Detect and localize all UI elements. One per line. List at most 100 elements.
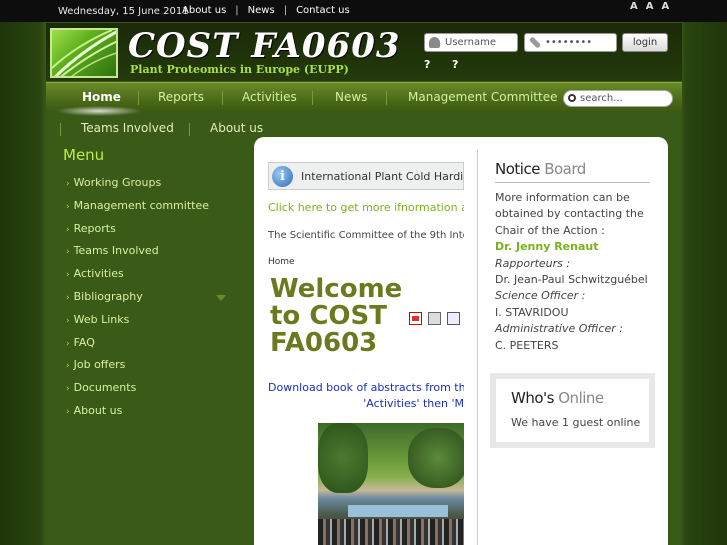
menu-item-label: Management committee xyxy=(73,198,209,212)
download-line-2: 'Activities' then 'M xyxy=(363,397,464,410)
page-title: Welcome to COST FA0603 xyxy=(270,274,403,358)
menu-item-documents[interactable]: › Documents xyxy=(66,381,236,404)
menu-item-bibliography[interactable]: › Bibliography xyxy=(66,290,236,313)
breadcrumb[interactable]: Home xyxy=(268,257,295,267)
menu-item-label: Web Links xyxy=(73,312,130,326)
photo-tree xyxy=(318,423,368,493)
font-size-medium-button[interactable]: A xyxy=(646,2,654,12)
arrow-right-icon: › xyxy=(66,361,70,372)
menu-title: Menu xyxy=(63,146,105,164)
chevron-down-icon[interactable] xyxy=(216,294,226,301)
arrow-right-icon: › xyxy=(66,179,70,189)
nav-divider xyxy=(312,91,313,105)
rapporteurs-name: Dr. Jean-Paul Schwitzguébel xyxy=(495,273,648,287)
menu-item-job-offers[interactable]: › Job offers xyxy=(66,358,236,381)
nav-item-home[interactable]: Home xyxy=(82,90,121,104)
arrow-right-icon: › xyxy=(66,292,70,303)
subnav-divider xyxy=(189,123,190,136)
top-link-separator: | xyxy=(235,5,239,16)
menu-item-label: Activities xyxy=(73,267,124,281)
menu-item-about-us[interactable]: › About us xyxy=(66,404,236,427)
email-icon[interactable] xyxy=(447,312,460,325)
whos-online-title: Who's Online xyxy=(511,389,604,407)
menu-item-reports[interactable]: › Reports xyxy=(66,222,236,245)
nav-divider xyxy=(138,91,139,105)
nav-item-news[interactable]: News xyxy=(335,90,367,104)
arrow-right-icon: › xyxy=(66,315,70,326)
pdf-icon[interactable] xyxy=(409,312,422,325)
menu-item-web-links[interactable]: › Web Links xyxy=(66,313,236,336)
search-placeholder: search... xyxy=(580,93,623,104)
logo-subtitle: Plant Proteomics in Europe (EUPP) xyxy=(130,63,349,76)
user-icon xyxy=(429,37,440,48)
arrow-right-icon: › xyxy=(66,270,70,281)
info-icon: i xyxy=(272,166,293,187)
search-input[interactable]: search... xyxy=(563,90,673,107)
chair-name[interactable]: Dr. Jenny Renaut xyxy=(495,239,655,255)
whos-online-inner: Who's Online We have 1 guest online xyxy=(496,379,649,442)
username-placeholder: Username xyxy=(445,37,496,48)
science-officer-label: Science Officer : xyxy=(495,289,586,303)
notice-title-bold: Notice xyxy=(495,160,540,178)
subnav-item-teams-involved[interactable]: Teams Involved xyxy=(81,121,174,135)
login-button[interactable]: login xyxy=(622,33,668,52)
menu-item-label: Documents xyxy=(73,381,137,395)
menu-item-teams-involved[interactable]: › Teams Involved xyxy=(66,244,236,267)
admin-officer-label: Administrative Officer : xyxy=(495,322,623,336)
username-input[interactable]: Username xyxy=(424,33,518,52)
menu-item-label: Bibliography xyxy=(73,289,143,303)
menu-item-label: Job offers xyxy=(73,358,126,372)
nav-item-activities[interactable]: Activities xyxy=(242,90,297,104)
admin-officer-name: C. PEETERS xyxy=(495,338,559,352)
notice-body: More information can be obtained by cont… xyxy=(495,190,655,354)
menu-item-activities[interactable]: › Activities xyxy=(66,267,236,290)
top-link-about-us[interactable]: About us xyxy=(182,5,226,16)
font-size-large-button[interactable]: A xyxy=(662,2,670,12)
menu-item-label: FAQ xyxy=(73,335,95,349)
news-ticker[interactable]: i International Plant Cold Hardiness xyxy=(268,162,464,190)
whos-title-bold: Who's xyxy=(511,389,554,407)
menu-item-management-committee[interactable]: › Management committee xyxy=(66,199,236,222)
menu-item-label: Working Groups xyxy=(73,176,162,189)
whos-online-text: We have 1 guest online xyxy=(511,416,641,429)
current-date: Wednesday, 15 June 2011 xyxy=(58,6,189,17)
menu-item-label: Reports xyxy=(73,221,116,235)
logo-image[interactable] xyxy=(50,28,118,78)
font-size-small-button[interactable]: A xyxy=(630,2,638,12)
forgot-username-icon[interactable]: ? xyxy=(452,58,470,74)
password-input[interactable]: •••••••• xyxy=(524,33,617,52)
top-link-news[interactable]: News xyxy=(248,5,275,16)
side-menu: › Working Groups › Management committee › R… xyxy=(66,176,236,427)
notice-title-light: Board xyxy=(544,160,586,178)
notice-intro: More information can be obtained by cont… xyxy=(495,191,644,237)
notice-divider xyxy=(495,182,650,183)
print-icon[interactable] xyxy=(428,312,441,325)
whos-online-box: Who's Online We have 1 guest online xyxy=(490,373,655,448)
subnav-divider xyxy=(60,123,61,136)
top-bar: Wednesday, 15 June 2011 About us | News … xyxy=(0,0,727,22)
column-divider xyxy=(477,150,478,545)
password-value: •••••••• xyxy=(545,37,593,48)
search-icon xyxy=(568,94,576,102)
group-photo xyxy=(318,423,464,545)
subnav-item-about-us[interactable]: About us xyxy=(210,121,263,135)
leaf-logo-icon xyxy=(52,30,116,76)
menu-item-label: Teams Involved xyxy=(73,244,159,258)
menu-item-working-groups[interactable]: › Working Groups xyxy=(66,176,236,199)
whos-title-light: Online xyxy=(558,389,604,407)
download-abstracts-link[interactable]: Download book of abstracts from th 'Acti… xyxy=(268,380,464,412)
nav-item-reports[interactable]: Reports xyxy=(158,90,204,104)
more-info-link[interactable]: Click here to get more ifnormation about xyxy=(268,201,464,214)
article-tools xyxy=(409,312,460,325)
logo-title: COST FA0603 xyxy=(128,26,401,66)
nav-item-management-committee[interactable]: Management Committee xyxy=(408,90,557,104)
top-link-contact-us[interactable]: Contact us xyxy=(296,5,350,16)
rapporteurs-label: Rapporteurs : xyxy=(495,256,571,270)
arrow-right-icon: › xyxy=(66,384,70,395)
arrow-right-icon: › xyxy=(66,247,70,258)
forgot-password-icon[interactable]: ? xyxy=(424,58,442,74)
menu-item-label: About us xyxy=(73,403,123,417)
photo-crowd xyxy=(318,519,464,545)
font-size-controls: A A A xyxy=(630,2,670,12)
menu-item-faq[interactable]: › FAQ xyxy=(66,336,236,359)
